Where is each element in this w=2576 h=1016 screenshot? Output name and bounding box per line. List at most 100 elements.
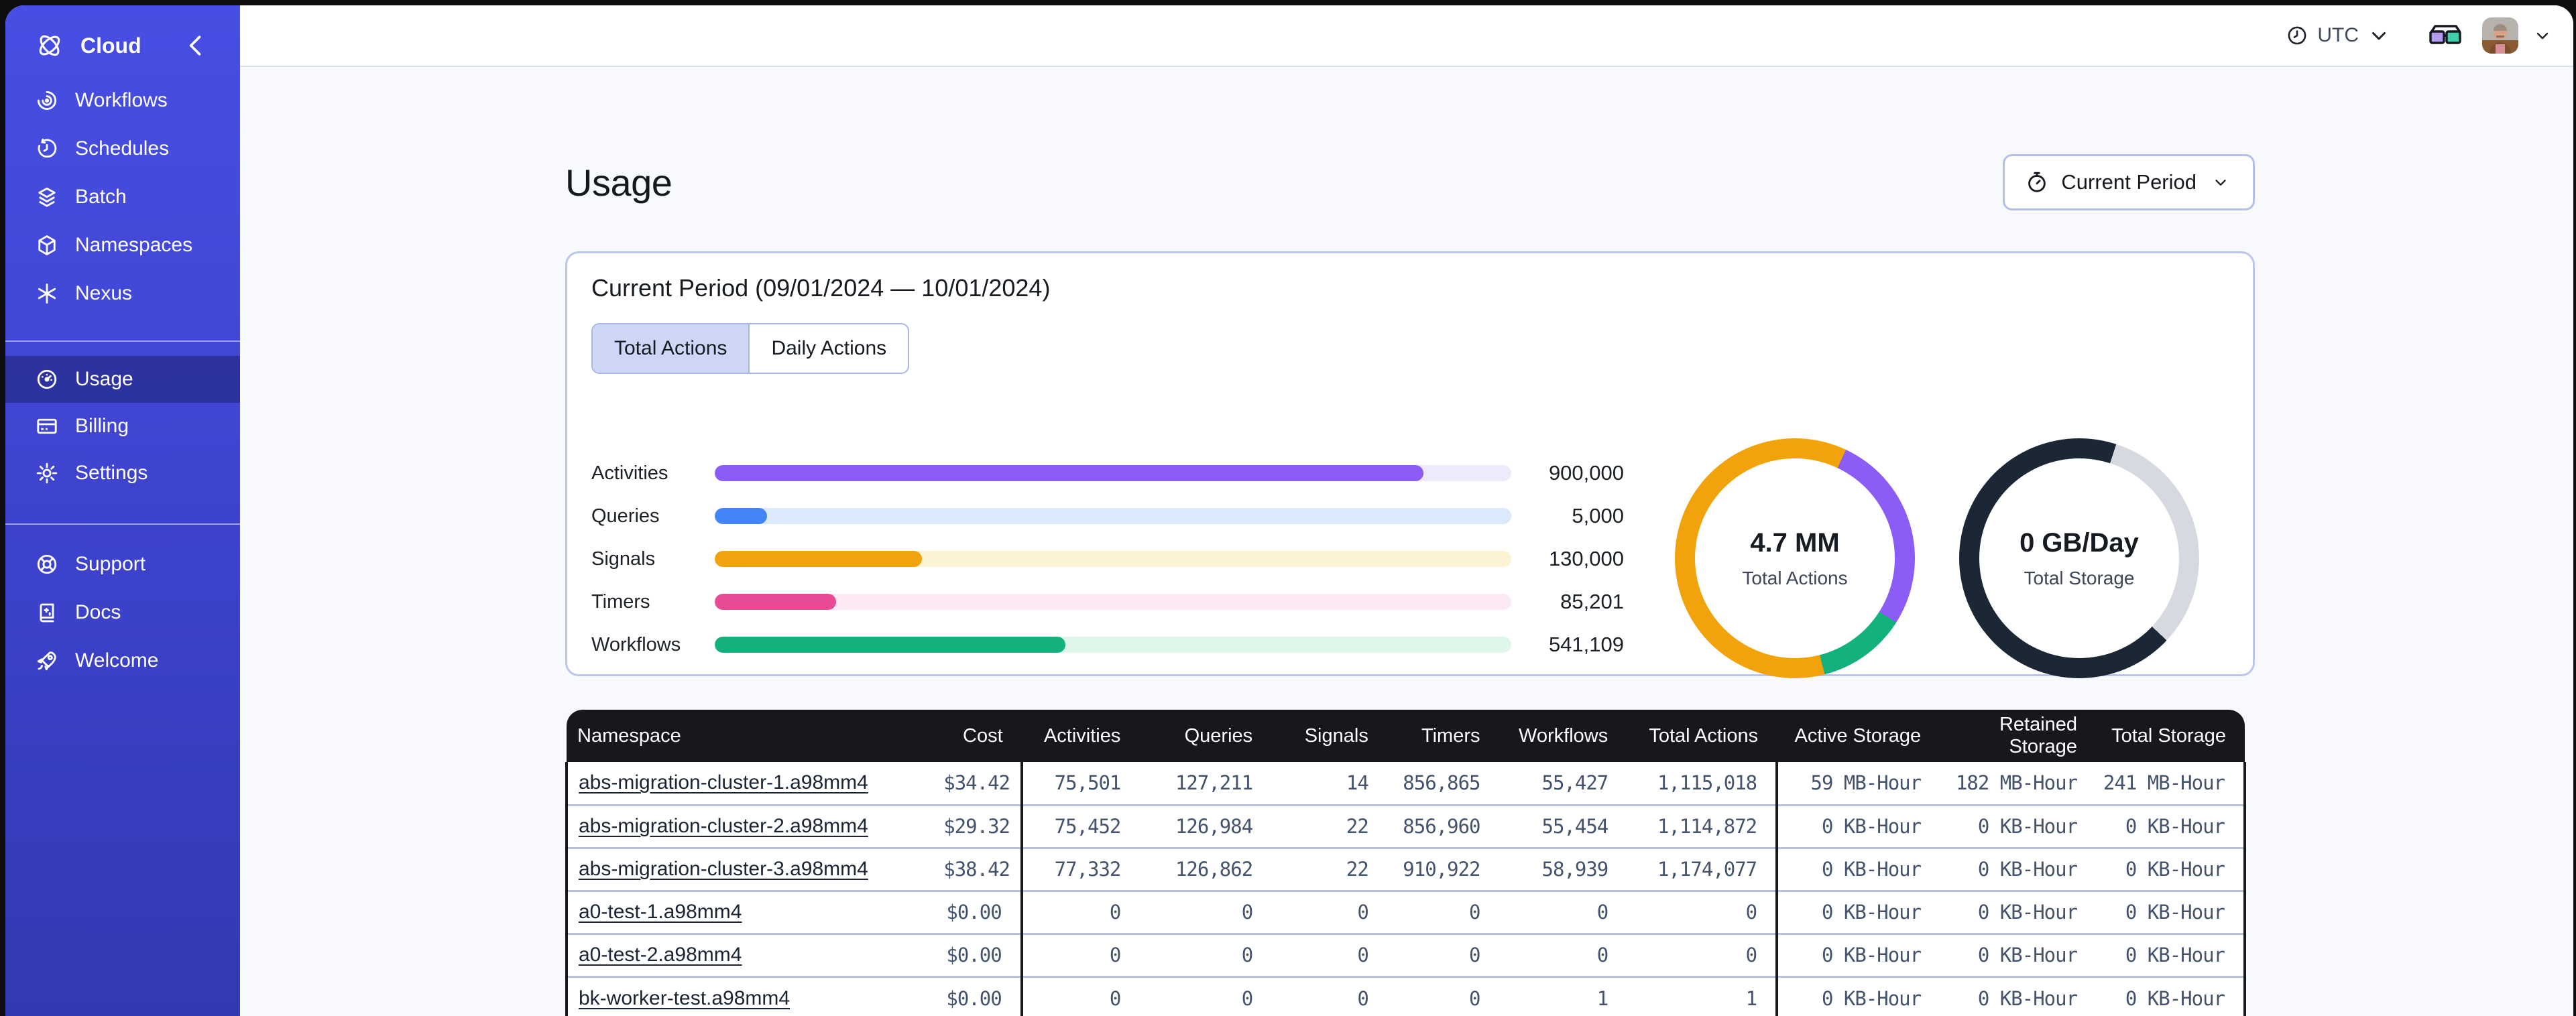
bar-label: Activities bbox=[591, 462, 668, 484]
namespaces-icon bbox=[35, 233, 59, 257]
table-cell: 75,452 bbox=[1020, 804, 1140, 848]
table-cell: 241 MB-Hour bbox=[2096, 762, 2246, 805]
user-avatar[interactable] bbox=[2482, 17, 2518, 54]
docs-icon bbox=[35, 600, 59, 625]
column-header: Cost bbox=[943, 710, 1022, 762]
table-cell: 126,862 bbox=[1139, 846, 1272, 891]
bar-row: Queries 5,000 bbox=[591, 504, 1624, 527]
bar-chart: Activities 900,000 Queries 5,000 Signals… bbox=[591, 461, 1624, 656]
table-cell: 58,939 bbox=[1499, 846, 1627, 891]
charts-row: Activities 900,000 Queries 5,000 Signals… bbox=[591, 438, 2229, 678]
table-cell: 0 bbox=[1271, 932, 1387, 976]
chevron-down-icon bbox=[2367, 24, 2391, 47]
namespace-link[interactable]: a0-test-1.a98mm4 bbox=[579, 901, 742, 923]
table-cell: 0 KB-Hour bbox=[2096, 846, 2246, 891]
sidebar-item-namespaces[interactable]: Namespaces bbox=[5, 221, 240, 269]
workflows-icon bbox=[35, 88, 59, 113]
app-window: Cloud Workflows Schedules Batch Namespac… bbox=[5, 5, 2573, 1016]
batch-icon bbox=[35, 185, 59, 209]
namespace-usage-table: Namespace Cost Activities Queries Signals Tim… bbox=[565, 710, 2246, 1016]
sidebar-item-workflows[interactable]: Workflows bbox=[5, 76, 240, 125]
table-cell: $0.00 bbox=[943, 975, 1022, 1016]
table-row: bk-worker-test.a98mm4 $0.00 0 0 0 0 1 1 0 KB-Hou… bbox=[565, 975, 2246, 1016]
table-cell: 22 bbox=[1271, 846, 1387, 891]
table-cell: $34.42 bbox=[943, 771, 1010, 795]
bar-value: 541,109 bbox=[1548, 633, 1624, 656]
namespace-link[interactable]: abs-migration-cluster-1.a98mm4 bbox=[579, 771, 868, 793]
bar-row: Timers 85,201 bbox=[591, 590, 1624, 613]
support-icon bbox=[35, 552, 59, 576]
namespace-link[interactable]: abs-migration-cluster-2.a98mm4 bbox=[579, 815, 868, 837]
sidebar-item-schedules[interactable]: Schedules bbox=[5, 125, 240, 173]
sidebar-item-nexus[interactable]: Nexus bbox=[5, 269, 240, 318]
table-cell: 0 bbox=[1387, 932, 1499, 976]
nexus-icon bbox=[35, 281, 59, 306]
bar-label: Timers bbox=[591, 590, 650, 613]
table-cell: abs-migration-cluster-1.a98mm4 bbox=[565, 762, 944, 805]
bar-fill bbox=[715, 508, 768, 524]
table-cell: 0 bbox=[1139, 932, 1272, 976]
glasses-icon[interactable] bbox=[2428, 23, 2462, 48]
sidebar-item-settings[interactable]: Settings bbox=[5, 450, 240, 497]
sidebar-item-welcome[interactable]: Welcome bbox=[5, 637, 240, 685]
table-cell: 0 KB-Hour bbox=[1940, 804, 2097, 848]
sidebar-collapse-button[interactable] bbox=[181, 31, 211, 60]
table-cell: 1,115,018 bbox=[1657, 771, 1757, 795]
sidebar-item-batch[interactable]: Batch bbox=[5, 173, 240, 221]
clock-icon bbox=[2285, 24, 2309, 47]
timezone-picker[interactable]: UTC bbox=[2285, 24, 2391, 47]
table-cell: 14 bbox=[1346, 771, 1369, 795]
period-selector-button[interactable]: Current Period bbox=[2003, 154, 2255, 210]
table-cell: 0 bbox=[1387, 975, 1499, 1016]
content-area: UTC Usage Current Period Current Period … bbox=[240, 5, 2573, 1016]
table-cell: 0 bbox=[1387, 889, 1499, 934]
table-cell: 0 KB-Hour bbox=[1940, 889, 2097, 934]
bar-label: Signals bbox=[591, 548, 656, 570]
column-header: Total Actions bbox=[1627, 710, 1777, 762]
user-menu-chevron-icon[interactable] bbox=[2530, 26, 2555, 45]
sidebar-item-support[interactable]: Support bbox=[5, 540, 240, 588]
donut-label: Total Storage bbox=[2024, 567, 2135, 588]
sidebar-nav-footer: Support Docs Welcome bbox=[5, 540, 240, 685]
table-cell: 0 bbox=[1627, 932, 1777, 976]
bar-track bbox=[715, 551, 1511, 567]
sidebar-item-docs[interactable]: Docs bbox=[5, 588, 240, 637]
table-cell: abs-migration-cluster-2.a98mm4 bbox=[565, 804, 944, 848]
table-cell: 1 bbox=[1499, 975, 1627, 1016]
bar-track bbox=[715, 637, 1511, 653]
period-selector-label: Current Period bbox=[2061, 170, 2197, 194]
column-header: Retained Storage bbox=[1940, 710, 2097, 762]
table-cell: 126,984 bbox=[1139, 804, 1272, 848]
bar-fill bbox=[715, 637, 1065, 653]
timezone-label: UTC bbox=[2317, 24, 2359, 46]
table-row: abs-migration-cluster-3.a98mm4 $38.42 77,3… bbox=[565, 846, 2246, 891]
namespace-link[interactable]: abs-migration-cluster-3.a98mm4 bbox=[579, 858, 868, 880]
sidebar-item-label: Nexus bbox=[75, 282, 133, 304]
column-header: Active Storage bbox=[1777, 710, 1940, 762]
column-header: Activities bbox=[1021, 710, 1140, 762]
table-cell: a0-test-1.a98mm4 bbox=[565, 889, 944, 934]
tab-daily-actions[interactable]: Daily Actions bbox=[748, 324, 909, 373]
sidebar-item-usage[interactable]: Usage bbox=[5, 356, 240, 403]
namespace-link[interactable]: a0-test-2.a98mm4 bbox=[579, 944, 742, 966]
sidebar-divider bbox=[5, 523, 240, 525]
table-cell: 182 MB-Hour bbox=[1955, 771, 2078, 795]
tab-total-actions[interactable]: Total Actions bbox=[593, 324, 749, 373]
column-header: Queries bbox=[1139, 710, 1272, 762]
sidebar-item-billing[interactable]: Billing bbox=[5, 403, 240, 450]
bar-value: 85,201 bbox=[1560, 590, 1624, 613]
usage-card: Current Period (09/01/2024 — 10/01/2024)… bbox=[565, 251, 2255, 678]
table-cell: 0 bbox=[1020, 975, 1140, 1016]
chevron-down-icon bbox=[2209, 174, 2233, 191]
table-body: abs-migration-cluster-1.a98mm4 $34.42 75,5… bbox=[565, 762, 2246, 1016]
settings-icon bbox=[35, 461, 59, 485]
table-cell: a0-test-2.a98mm4 bbox=[565, 932, 944, 976]
table-cell: 0 bbox=[1271, 889, 1387, 934]
sidebar-item-label: Namespaces bbox=[75, 234, 193, 256]
bar-value: 5,000 bbox=[1572, 504, 1624, 527]
namespace-link[interactable]: bk-worker-test.a98mm4 bbox=[579, 987, 790, 1009]
table-cell: 75,501 bbox=[1020, 762, 1140, 805]
bar-track bbox=[715, 508, 1511, 524]
bar-label: Queries bbox=[591, 505, 660, 527]
table-cell: 0 KB-Hour bbox=[2096, 804, 2246, 848]
